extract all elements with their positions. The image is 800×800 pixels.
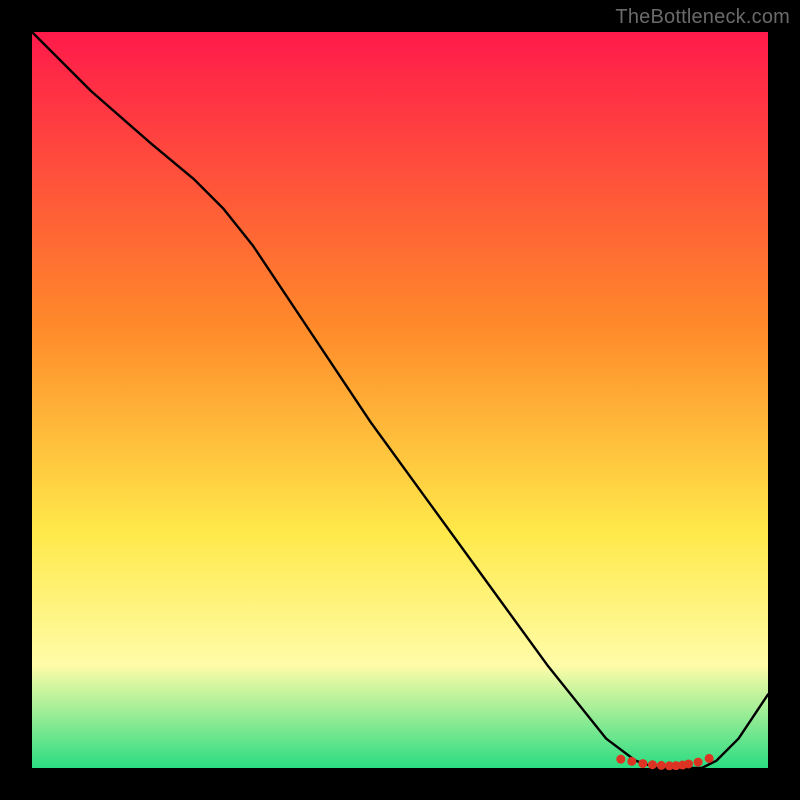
valley-marker	[627, 757, 636, 766]
valley-marker	[638, 759, 647, 768]
attribution-watermark: TheBottleneck.com	[615, 6, 790, 29]
chart-svg	[32, 32, 768, 768]
valley-marker	[705, 754, 714, 763]
valley-marker	[684, 759, 693, 768]
data-curve	[32, 32, 768, 768]
valley-marker	[648, 760, 657, 769]
valley-marker	[657, 761, 666, 770]
chart-frame: TheBottleneck.com	[0, 0, 800, 800]
valley-marker	[616, 755, 625, 764]
valley-marker	[694, 758, 703, 767]
